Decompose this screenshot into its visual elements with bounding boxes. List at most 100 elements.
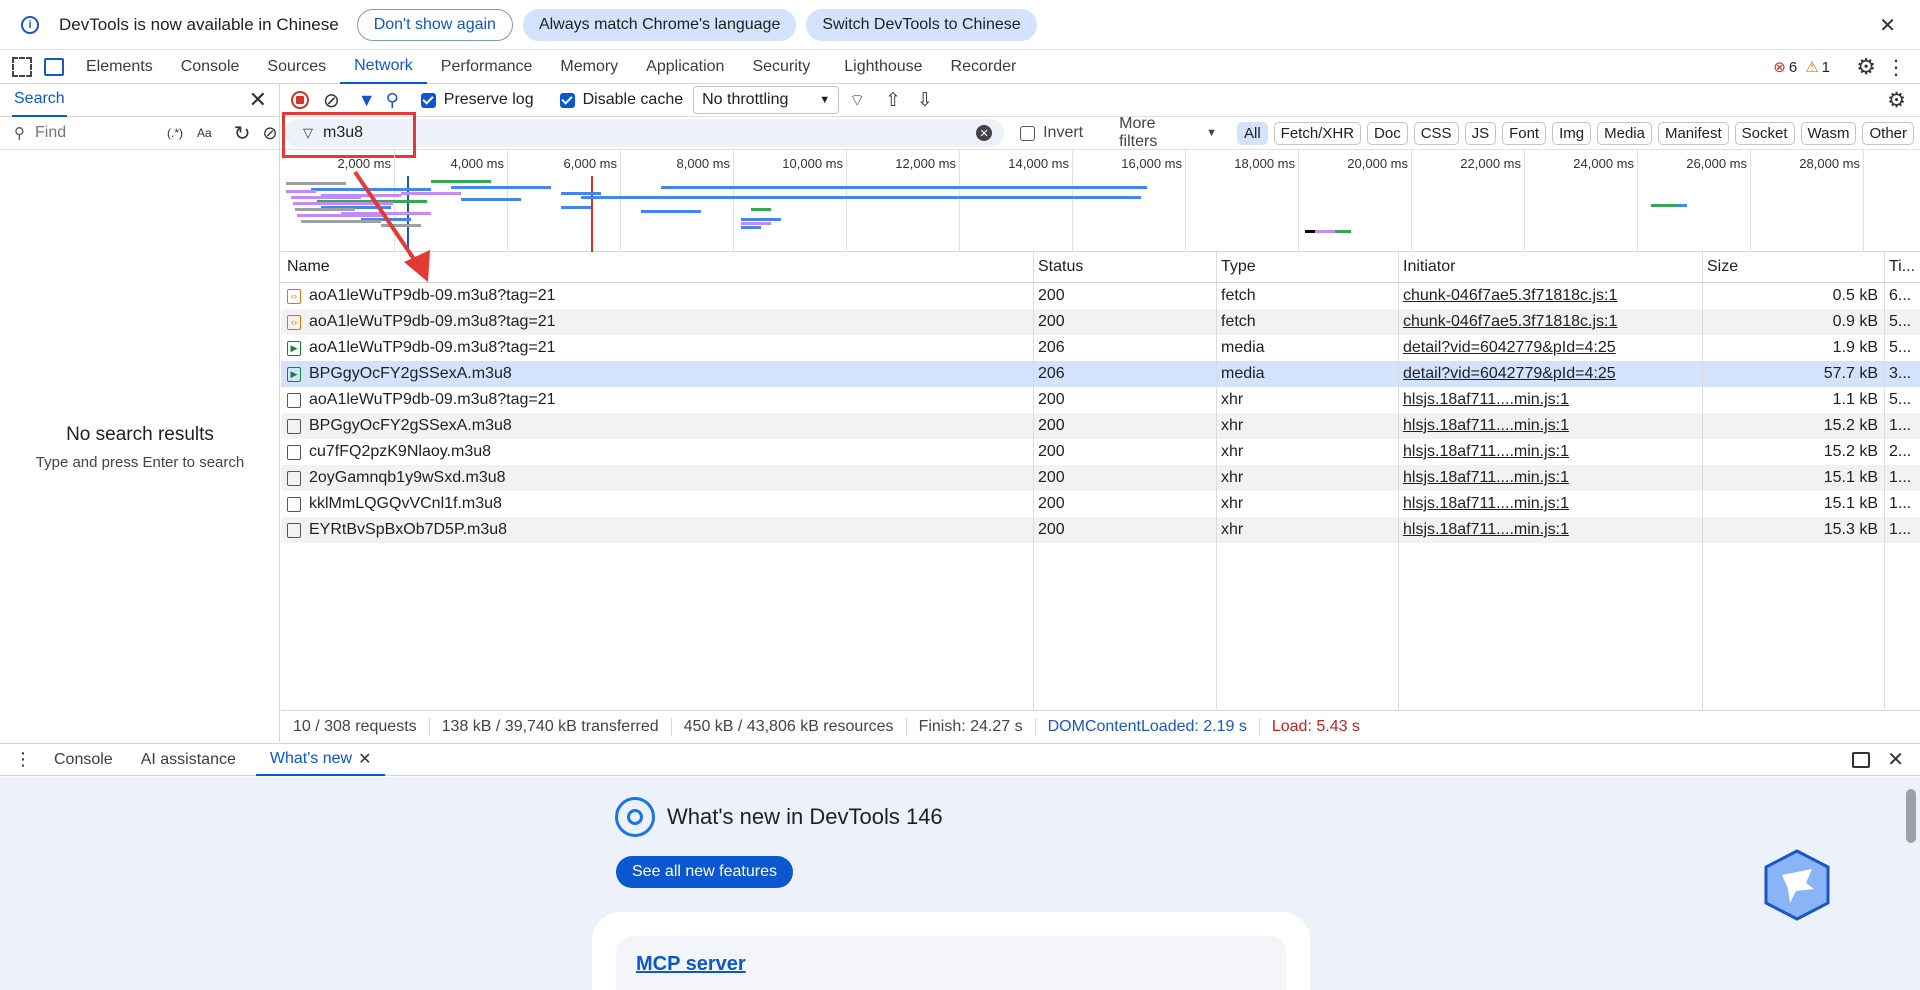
switch-to-chinese-button[interactable]: Switch DevTools to Chinese	[806, 8, 1037, 41]
cell-name[interactable]: kklMmLQGQvVCnl1f.m3u8	[281, 495, 1033, 513]
dock-side-icon[interactable]	[1852, 751, 1870, 768]
table-row[interactable]: ▶ aoA1leWuTP9db-09.m3u8?tag=21 206 media det…	[281, 335, 1920, 361]
cell-initiator-link[interactable]: detail?vid=6042779&pId=4:25	[1398, 339, 1702, 357]
chip-js[interactable]: JS	[1464, 121, 1497, 145]
chip-manifest[interactable]: Manifest	[1657, 121, 1729, 145]
dont-show-again-button[interactable]: Don't show again	[356, 8, 513, 41]
table-row[interactable]: 2oyGamnqb1y9wSxd.m3u8 200 xhr hlsjs.18af711…	[281, 465, 1920, 491]
preserve-log-check[interactable]	[420, 92, 436, 108]
import-har-icon[interactable]: ⇧	[885, 89, 901, 112]
tab-sources[interactable]: Sources	[253, 51, 340, 84]
regex-toggle[interactable]: (.*)	[167, 126, 183, 140]
tab-elements[interactable]: Elements	[72, 51, 167, 84]
chip-media[interactable]: Media	[1597, 121, 1652, 145]
device-toolbar-icon[interactable]	[44, 58, 64, 76]
tab-console[interactable]: Console	[167, 51, 254, 84]
table-row[interactable]: EYRtBvSpBxOb7D5P.m3u8 200 xhr hlsjs.18af711…	[281, 517, 1920, 543]
tab-recorder[interactable]: Recorder	[937, 51, 1031, 84]
close-infobar-icon[interactable]: ✕	[1879, 13, 1896, 38]
throttling-select[interactable]: No throttling ▼	[693, 86, 840, 114]
clear-search-icon[interactable]: ⊘	[262, 123, 277, 144]
cell-initiator-link[interactable]: chunk-046f7ae5.3f71818c.js:1	[1398, 287, 1702, 305]
chip-img[interactable]: Img	[1552, 121, 1592, 145]
filter-icon[interactable]: ▼	[358, 90, 376, 111]
preserve-log-checkbox[interactable]: Preserve log	[420, 91, 534, 109]
drawer-tab-ai-assistance[interactable]: AI assistance	[127, 743, 250, 776]
table-row[interactable]: cu7fFQ2pzK9Nlaoy.m3u8 200 xhr hlsjs.18af711…	[281, 439, 1920, 465]
table-row[interactable]: aoA1leWuTP9db-09.m3u8?tag=21 200 xhr hlsjs.…	[281, 387, 1920, 413]
disable-cache-check[interactable]	[559, 92, 575, 108]
chip-other[interactable]: Other	[1862, 121, 1914, 145]
network-settings-icon[interactable]: ⚙	[1887, 88, 1906, 113]
refresh-icon[interactable]: ↻	[234, 121, 251, 146]
search-network-icon[interactable]: ⚲	[386, 90, 399, 111]
tab-memory[interactable]: Memory	[546, 51, 632, 84]
cell-name[interactable]: BPGgyOcFY2gSSexA.m3u8	[281, 417, 1033, 435]
tab-security[interactable]: Security	[738, 51, 824, 84]
disable-cache-checkbox[interactable]: Disable cache	[559, 91, 683, 109]
cell-initiator-link[interactable]: hlsjs.18af711....min.js:1	[1398, 521, 1702, 539]
cell-initiator-link[interactable]: hlsjs.18af711....min.js:1	[1398, 495, 1702, 513]
tab-performance[interactable]: Performance	[427, 51, 547, 84]
table-row[interactable]: BPGgyOcFY2gSSexA.m3u8 200 xhr hlsjs.18af711…	[281, 413, 1920, 439]
tab-application[interactable]: Application	[632, 51, 738, 84]
chip-wasm[interactable]: Wasm	[1800, 121, 1857, 145]
cell-initiator-link[interactable]: hlsjs.18af711....min.js:1	[1398, 443, 1702, 461]
table-row[interactable]: ‹› aoA1leWuTP9db-09.m3u8?tag=21 200 fetch ch…	[281, 283, 1920, 309]
col-size-header[interactable]: Size	[1702, 258, 1884, 276]
network-conditions-icon[interactable]: ⌔	[849, 90, 865, 111]
match-case-toggle[interactable]: Aa	[197, 126, 212, 140]
clear-icon[interactable]: ⊘	[323, 88, 340, 113]
clear-filter-icon[interactable]: ✕	[976, 125, 993, 141]
col-initiator-header[interactable]: Initiator	[1398, 258, 1702, 276]
cell-name[interactable]: ‹› aoA1leWuTP9db-09.m3u8?tag=21	[281, 313, 1033, 331]
cell-initiator-link[interactable]: detail?vid=6042779&pId=4:25	[1398, 365, 1702, 383]
always-match-language-button[interactable]: Always match Chrome's language	[522, 8, 797, 41]
invert-check[interactable]	[1020, 125, 1036, 141]
inspect-element-icon[interactable]	[12, 57, 32, 77]
tab-lighthouse[interactable]: Lighthouse	[830, 51, 936, 84]
cell-name[interactable]: EYRtBvSpBxOb7D5P.m3u8	[281, 521, 1033, 539]
cell-name[interactable]: aoA1leWuTP9db-09.m3u8?tag=21	[281, 391, 1033, 409]
tab-network[interactable]: Network	[340, 51, 427, 84]
drawer-tab-console[interactable]: Console	[40, 743, 127, 776]
cell-initiator-link[interactable]: hlsjs.18af711....min.js:1	[1398, 469, 1702, 487]
more-filters-dropdown[interactable]: More filters ▼	[1119, 115, 1217, 151]
cell-name[interactable]: 2oyGamnqb1y9wSxd.m3u8	[281, 469, 1033, 487]
search-tab[interactable]: Search	[12, 84, 67, 117]
close-drawer-icon[interactable]: ✕	[1887, 747, 1904, 772]
col-type-header[interactable]: Type	[1216, 258, 1398, 276]
invert-checkbox[interactable]: Invert	[1020, 124, 1083, 142]
table-row[interactable]: ▶ BPGgyOcFY2gSSexA.m3u8 206 media detail?vid…	[281, 361, 1920, 387]
close-search-icon[interactable]: ✕	[249, 87, 267, 113]
table-row[interactable]: kklMmLQGQvVCnl1f.m3u8 200 xhr hlsjs.18af711…	[281, 491, 1920, 517]
cell-initiator-link[interactable]: hlsjs.18af711....min.js:1	[1398, 417, 1702, 435]
settings-gear-icon[interactable]: ⚙	[1856, 54, 1876, 80]
cell-initiator-link[interactable]: chunk-046f7ae5.3f71818c.js:1	[1398, 313, 1702, 331]
search-find-input[interactable]	[35, 124, 145, 142]
see-all-features-button[interactable]: See all new features	[616, 856, 793, 888]
cell-name[interactable]: ‹› aoA1leWuTP9db-09.m3u8?tag=21	[281, 287, 1033, 305]
more-options-icon[interactable]: ⋮	[1886, 55, 1906, 80]
drawer-menu-icon[interactable]: ⋮	[14, 749, 32, 770]
drawer-tab-whats-new[interactable]: What's new ✕	[255, 743, 386, 776]
issue-counter[interactable]: ⊗ 6 ⚠ 1	[1773, 58, 1830, 77]
export-har-icon[interactable]: ⇩	[917, 89, 933, 112]
col-status-header[interactable]: Status	[1033, 258, 1216, 276]
chip-css[interactable]: CSS	[1413, 121, 1459, 145]
stop-recording-icon[interactable]	[291, 91, 309, 109]
cell-name[interactable]: cu7fFQ2pzK9Nlaoy.m3u8	[281, 443, 1033, 461]
chip-all[interactable]: All	[1237, 121, 1268, 145]
cell-name[interactable]: ▶ aoA1leWuTP9db-09.m3u8?tag=21	[281, 339, 1033, 357]
chip-doc[interactable]: Doc	[1367, 121, 1408, 145]
scrollbar[interactable]	[1906, 789, 1916, 843]
table-row[interactable]: ‹› aoA1leWuTP9db-09.m3u8?tag=21 200 fetch ch…	[281, 309, 1920, 335]
chip-fetch-xhr[interactable]: Fetch/XHR	[1273, 121, 1362, 145]
chip-font[interactable]: Font	[1502, 121, 1547, 145]
cell-initiator-link[interactable]: hlsjs.18af711....min.js:1	[1398, 391, 1702, 409]
mcp-server-link[interactable]: MCP server	[636, 953, 746, 976]
close-tab-icon[interactable]: ✕	[358, 749, 371, 769]
cell-name[interactable]: ▶ BPGgyOcFY2gSSexA.m3u8	[281, 365, 1033, 383]
chip-socket[interactable]: Socket	[1734, 121, 1795, 145]
col-name-header[interactable]: Name	[281, 258, 1033, 276]
